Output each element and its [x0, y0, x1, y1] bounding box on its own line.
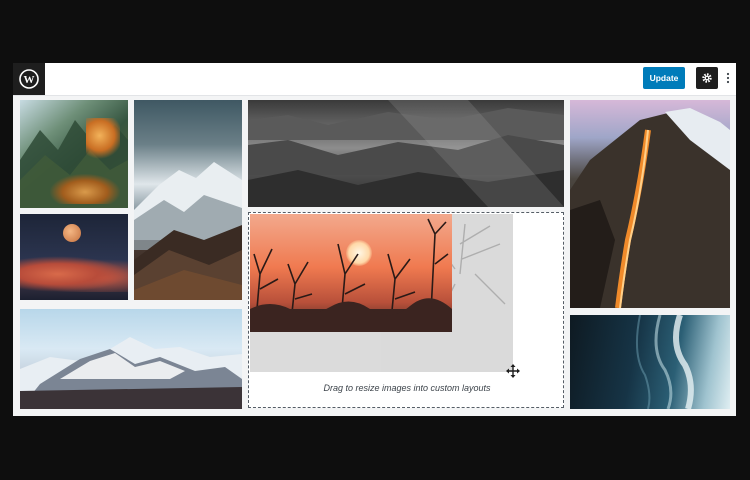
gallery-image-moon[interactable]	[20, 214, 128, 300]
image-caption[interactable]: Drag to resize images into custom layout…	[249, 383, 565, 399]
sunset-image	[250, 214, 452, 332]
gear-icon[interactable]	[696, 67, 718, 89]
gallery-image-canyon[interactable]	[248, 100, 564, 207]
gallery-block: Drag to resize images into custom layout…	[13, 96, 736, 416]
editor-toolbar: W Update	[13, 63, 736, 96]
update-button[interactable]: Update	[643, 67, 685, 89]
selected-gallery-image[interactable]: Drag to resize images into custom layout…	[248, 212, 564, 408]
move-arrows-icon[interactable]	[505, 363, 521, 379]
gallery-image-ocean[interactable]	[570, 315, 730, 409]
svg-text:W: W	[24, 74, 35, 86]
gallery-image-firefall[interactable]	[570, 100, 730, 308]
wordpress-logo-icon[interactable]: W	[13, 63, 45, 95]
gallery-image-dunes[interactable]	[134, 100, 242, 300]
gallery-image-forest[interactable]	[20, 100, 128, 208]
block-editor: W Update Drag to resize images into cust…	[13, 63, 736, 416]
gallery-image-snowy-mountains[interactable]	[20, 309, 242, 409]
vertical-ellipsis-icon[interactable]	[722, 67, 734, 89]
